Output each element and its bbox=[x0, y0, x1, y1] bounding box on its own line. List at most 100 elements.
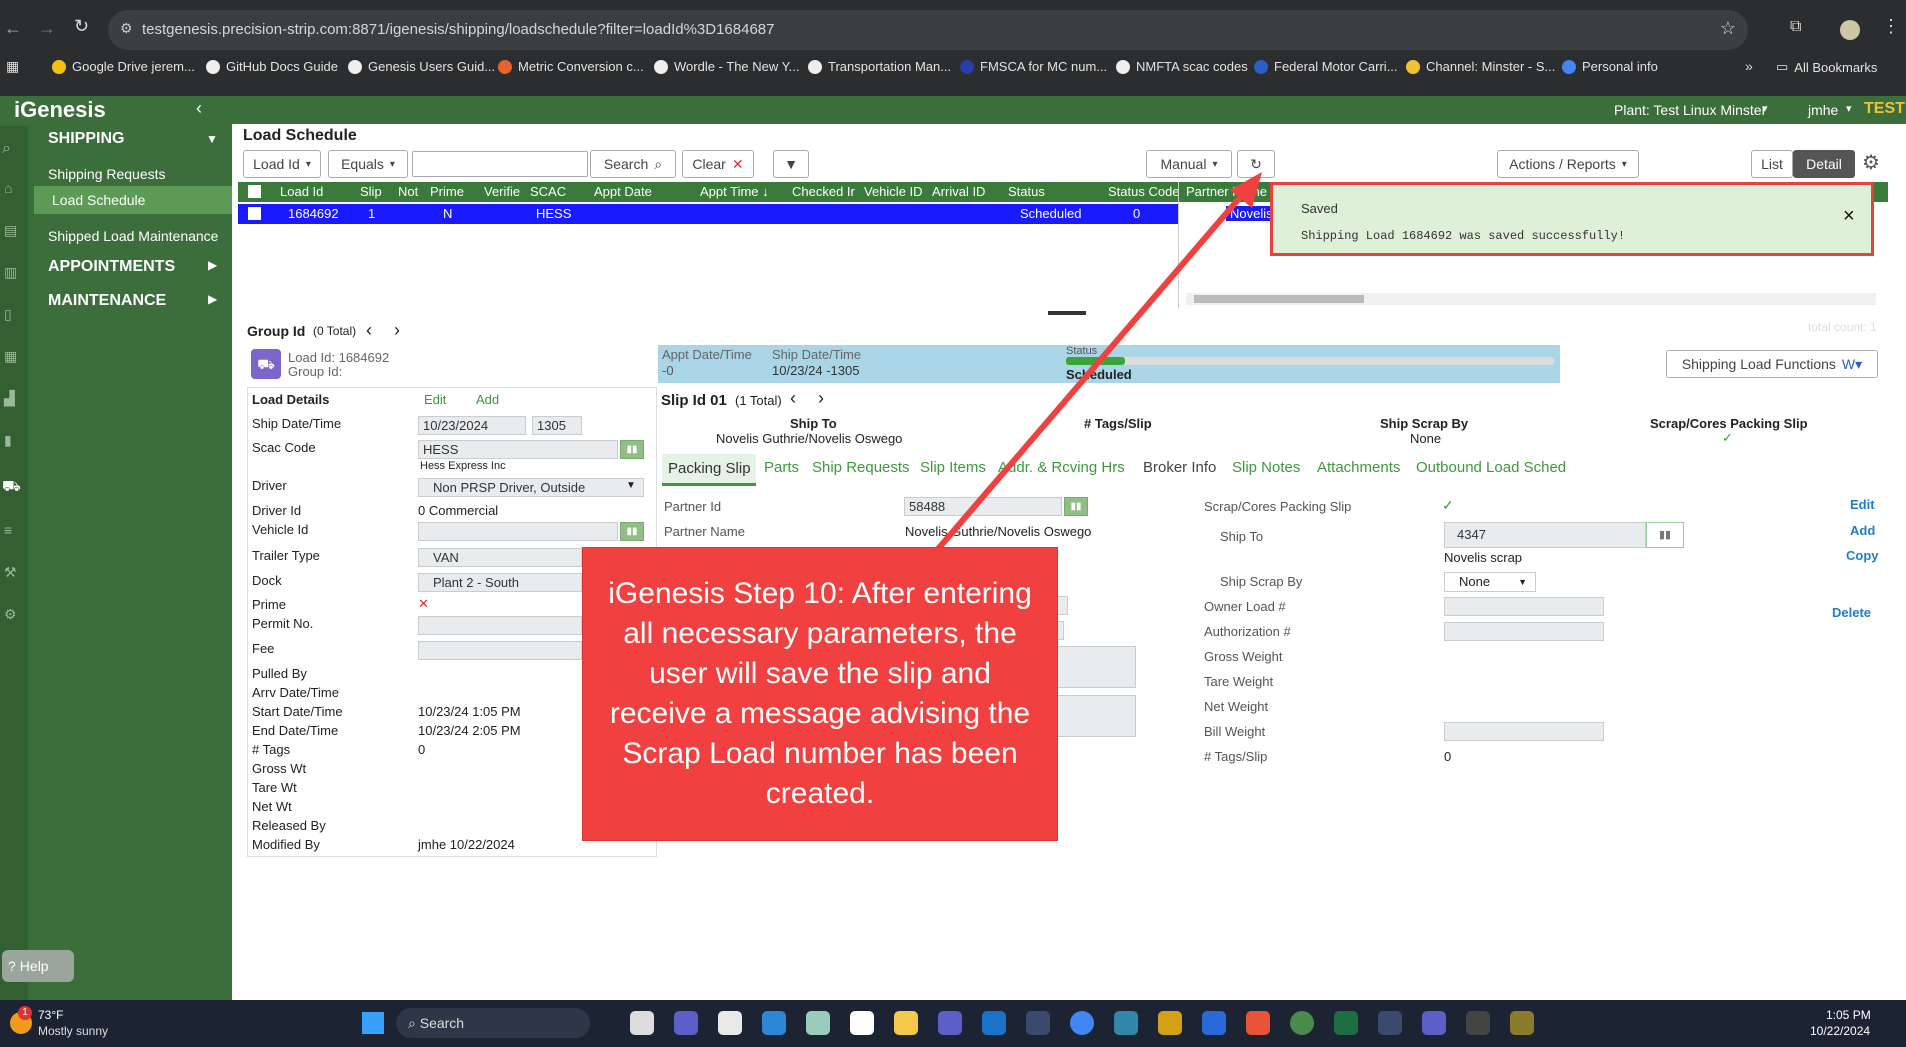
dock-select[interactable]: Plant 2 - South bbox=[418, 573, 582, 592]
notes-icon[interactable] bbox=[762, 1011, 786, 1035]
phone-icon[interactable] bbox=[1026, 1011, 1050, 1035]
calendar-icon[interactable]: ▦ bbox=[4, 348, 17, 365]
factory-icon[interactable]: ▟ bbox=[4, 390, 15, 407]
select-all-checkbox[interactable] bbox=[248, 185, 261, 198]
tab-parts[interactable]: Parts bbox=[764, 459, 799, 476]
column-header[interactable]: Slip bbox=[360, 184, 382, 199]
taskbar-search[interactable]: ⌕ Search bbox=[396, 1008, 590, 1038]
bookmark-item[interactable]: Federal Motor Carri... bbox=[1254, 59, 1398, 74]
add-link[interactable]: Add bbox=[476, 392, 499, 407]
bookmark-item[interactable]: NMFTA scac codes bbox=[1116, 59, 1248, 74]
horizontal-scrollbar[interactable] bbox=[1186, 293, 1876, 305]
tab-packing-slip[interactable]: Packing Slip bbox=[662, 454, 756, 486]
slip-edit-link[interactable]: Edit bbox=[1850, 497, 1875, 512]
forward-icon[interactable]: → bbox=[38, 18, 56, 39]
bookmark-item[interactable]: GitHub Docs Guide bbox=[206, 59, 338, 74]
settings-icon[interactable]: ⚙ bbox=[4, 606, 17, 623]
column-header[interactable]: Checked Ir bbox=[792, 184, 855, 199]
teams-icon[interactable] bbox=[1422, 1011, 1446, 1035]
row-checkbox[interactable] bbox=[248, 207, 261, 220]
bookmark-item[interactable]: Channel: Minster - S... bbox=[1406, 59, 1555, 74]
filter-button[interactable]: ▼ bbox=[773, 150, 809, 178]
tab-outbound[interactable]: Outbound Load Sched bbox=[1416, 459, 1566, 476]
folder-icon[interactable] bbox=[894, 1011, 918, 1035]
caret-right-icon[interactable]: ▶ bbox=[208, 292, 217, 306]
app-icon[interactable] bbox=[1114, 1011, 1138, 1035]
chevron-right-icon[interactable]: » bbox=[1745, 58, 1753, 74]
chevron-right-icon[interactable]: › bbox=[394, 320, 400, 341]
bookmark-item[interactable]: Wordle - The New Y... bbox=[654, 59, 800, 74]
windows-start-icon[interactable] bbox=[362, 1012, 384, 1034]
bill-weight-input[interactable] bbox=[1444, 722, 1604, 741]
gear-icon[interactable]: ⚙ bbox=[1862, 150, 1880, 175]
binoculars-icon[interactable]: ▮▮ bbox=[620, 522, 644, 541]
app-icon[interactable] bbox=[1202, 1011, 1226, 1035]
binoculars-icon[interactable]: ▮▮ bbox=[1646, 522, 1684, 548]
column-header[interactable]: Verifie bbox=[484, 184, 520, 199]
menu-icon[interactable]: ⋮ bbox=[1882, 16, 1900, 37]
chevron-right-icon[interactable]: › bbox=[818, 388, 824, 409]
bookmark-item[interactable]: Genesis Users Guid... bbox=[348, 59, 495, 74]
owner-input[interactable] bbox=[1444, 597, 1604, 616]
apps-grid-icon[interactable]: ▦ bbox=[6, 58, 19, 75]
driver-select[interactable]: Non PRSP Driver, Outside bbox=[418, 478, 644, 497]
chrome-icon[interactable] bbox=[1290, 1011, 1314, 1035]
tab-ship-requests[interactable]: Ship Requests bbox=[812, 459, 910, 476]
column-header[interactable]: SCAC bbox=[530, 184, 566, 199]
column-header[interactable]: Prime bbox=[430, 184, 464, 199]
address-bar[interactable]: ⚙ testgenesis.precision-strip.com:8871/i… bbox=[108, 10, 1748, 50]
list-icon[interactable]: ≡ bbox=[4, 522, 12, 538]
file-explorer-icon[interactable] bbox=[630, 1011, 654, 1035]
bookmark-item[interactable]: Google Drive jerem... bbox=[52, 59, 195, 74]
auth-input[interactable] bbox=[1444, 622, 1604, 641]
chevron-left-icon[interactable]: ‹ bbox=[790, 388, 796, 409]
help-button[interactable]: ? Help bbox=[2, 950, 74, 982]
search-button[interactable]: Search ⌕ bbox=[590, 150, 676, 178]
app-icon[interactable] bbox=[1466, 1011, 1490, 1035]
clipboard-icon[interactable]: ▮ bbox=[4, 432, 12, 449]
receiving-icon[interactable]: ▤ bbox=[4, 222, 17, 239]
bookmark-item[interactable]: Transportation Man... bbox=[808, 59, 951, 74]
vnc-icon[interactable] bbox=[850, 1011, 874, 1035]
all-bookmarks[interactable]: ▭ All Bookmarks bbox=[1776, 59, 1877, 75]
operator-select[interactable]: Equals ▾ bbox=[328, 150, 408, 178]
clear-button[interactable]: Clear ✕ bbox=[682, 150, 754, 178]
ship-to-input[interactable]: 4347 bbox=[1444, 522, 1646, 548]
nav-shipping[interactable]: SHIPPING bbox=[48, 130, 124, 148]
home-icon[interactable]: ⌂ bbox=[4, 180, 12, 196]
app-icon[interactable] bbox=[1158, 1011, 1182, 1035]
extensions-icon[interactable]: ⧉ bbox=[1790, 18, 1801, 36]
column-header[interactable]: Appt Time ↓ bbox=[700, 184, 769, 199]
user-menu[interactable]: jmhe bbox=[1808, 102, 1838, 118]
column-header[interactable]: Not bbox=[398, 184, 418, 199]
excel-icon[interactable] bbox=[1334, 1011, 1358, 1035]
bookmark-item[interactable]: Personal info bbox=[1562, 59, 1658, 74]
app-icon[interactable] bbox=[1246, 1011, 1270, 1035]
scac-input[interactable]: HESS bbox=[418, 440, 618, 459]
profile-avatar[interactable] bbox=[1840, 20, 1860, 40]
actions-reports-button[interactable]: Actions / Reports ▾ bbox=[1497, 150, 1639, 178]
caret-right-icon[interactable]: ▶ bbox=[208, 258, 217, 272]
slip-delete-link[interactable]: Delete bbox=[1832, 605, 1871, 620]
bookmark-star-icon[interactable]: ☆ bbox=[1720, 18, 1736, 39]
column-header[interactable]: Load Id bbox=[280, 184, 323, 199]
nav-maintenance[interactable]: MAINTENANCE bbox=[48, 292, 166, 310]
collapse-sidebar-icon[interactable]: ‹ bbox=[196, 98, 202, 119]
column-header[interactable]: Appt Date bbox=[594, 184, 652, 199]
document-icon[interactable]: ▯ bbox=[4, 306, 12, 323]
edit-link[interactable]: Edit bbox=[424, 392, 446, 407]
permit-input[interactable] bbox=[418, 616, 582, 635]
scrap-by-select[interactable]: None ▼ bbox=[1444, 572, 1536, 592]
nav-appointments[interactable]: APPOINTMENTS bbox=[48, 258, 175, 276]
app-icon[interactable] bbox=[1510, 1011, 1534, 1035]
binoculars-icon[interactable]: ▮▮ bbox=[620, 440, 644, 459]
sidebar-item-shipped-load-maintenance[interactable]: Shipped Load Maintenance bbox=[48, 228, 218, 244]
tab-attachments[interactable]: Attachments bbox=[1317, 459, 1400, 476]
reload-icon[interactable]: ↻ bbox=[74, 16, 89, 37]
vehicle-input[interactable] bbox=[418, 522, 618, 541]
search-input[interactable] bbox=[412, 151, 588, 177]
truck-icon[interactable]: ⛟ bbox=[2, 478, 21, 497]
back-icon[interactable]: ← bbox=[4, 18, 22, 39]
list-view-button[interactable]: List bbox=[1751, 150, 1793, 178]
phone-icon[interactable] bbox=[1378, 1011, 1402, 1035]
